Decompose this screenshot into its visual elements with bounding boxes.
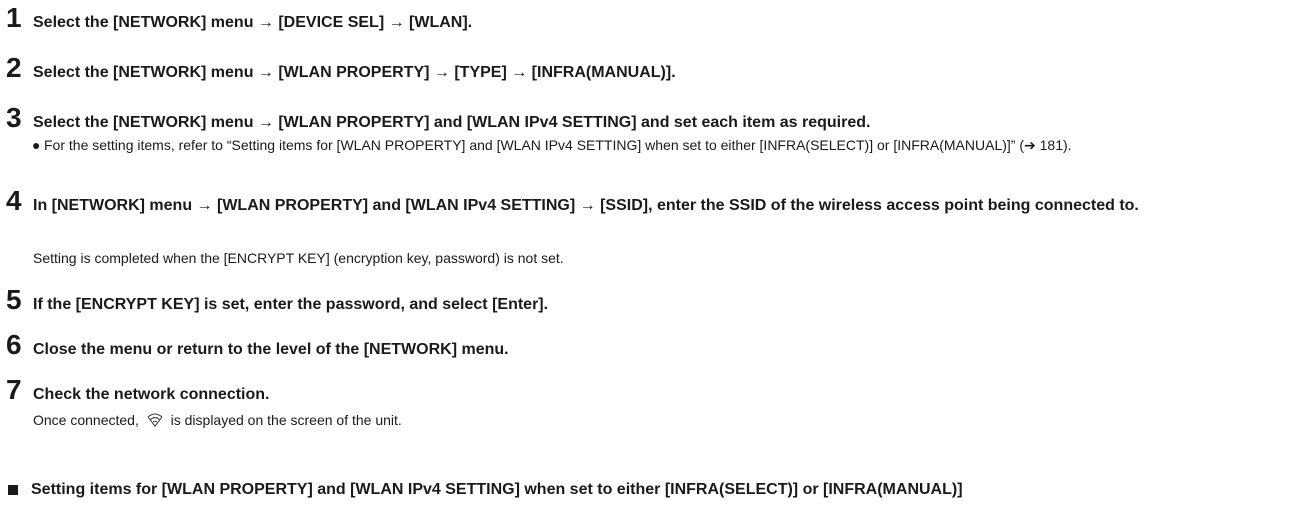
step-number: 7: [6, 374, 22, 405]
step-title: Select the [NETWORK] menu → [DEVICE SEL]…: [33, 14, 473, 31]
section-heading-text: Setting items for [WLAN PROPERTY] and [W…: [31, 481, 963, 498]
step-number: 2: [6, 52, 22, 83]
step-number: 1: [6, 2, 22, 33]
step-number: 3: [6, 102, 22, 133]
step-6: 6 Close the menu or return to the level …: [6, 331, 509, 361]
step-number: 5: [6, 284, 22, 315]
step-7: 7 Check the network connection.: [6, 376, 269, 406]
bullet-text: For the setting items, refer to “Setting…: [44, 137, 1072, 153]
step-4: 4 In [NETWORK] menu → [WLAN PROPERTY] an…: [6, 187, 1303, 217]
step-5: 5 If the [ENCRYPT KEY] is set, enter the…: [6, 286, 548, 316]
step-3: 3 Select the [NETWORK] menu → [WLAN PROP…: [6, 104, 870, 134]
step-number: 4: [6, 185, 22, 216]
step-1: 1 Select the [NETWORK] menu → [DEVICE SE…: [6, 4, 472, 34]
square-bullet-icon: [8, 485, 18, 495]
note-text-before: Once connected,: [33, 412, 139, 428]
step-number: 6: [6, 329, 22, 360]
step-title: If the [ENCRYPT KEY] is set, enter the p…: [33, 296, 549, 313]
wifi-icon: [147, 412, 163, 433]
step-title: Check the network connection.: [33, 386, 270, 403]
step-3-bullet: ● For the setting items, refer to “Settin…: [32, 135, 1272, 156]
note-text-after: is displayed on the screen of the unit.: [170, 412, 402, 428]
step-4-note: Setting is completed when the [ENCRYPT K…: [33, 250, 564, 266]
step-title: Select the [NETWORK] menu → [WLAN PROPER…: [33, 114, 871, 131]
step-7-note: Once connected, is displayed on the scre…: [33, 410, 402, 433]
bullet-icon: ●: [32, 137, 41, 153]
section-heading: Setting items for [WLAN PROPERTY] and [W…: [6, 480, 963, 500]
step-2: 2 Select the [NETWORK] menu → [WLAN PROP…: [6, 54, 676, 84]
step-title: Close the menu or return to the level of…: [33, 341, 509, 358]
step-title: In [NETWORK] menu → [WLAN PROPERTY] and …: [33, 197, 1139, 214]
step-title: Select the [NETWORK] menu → [WLAN PROPER…: [33, 64, 676, 81]
